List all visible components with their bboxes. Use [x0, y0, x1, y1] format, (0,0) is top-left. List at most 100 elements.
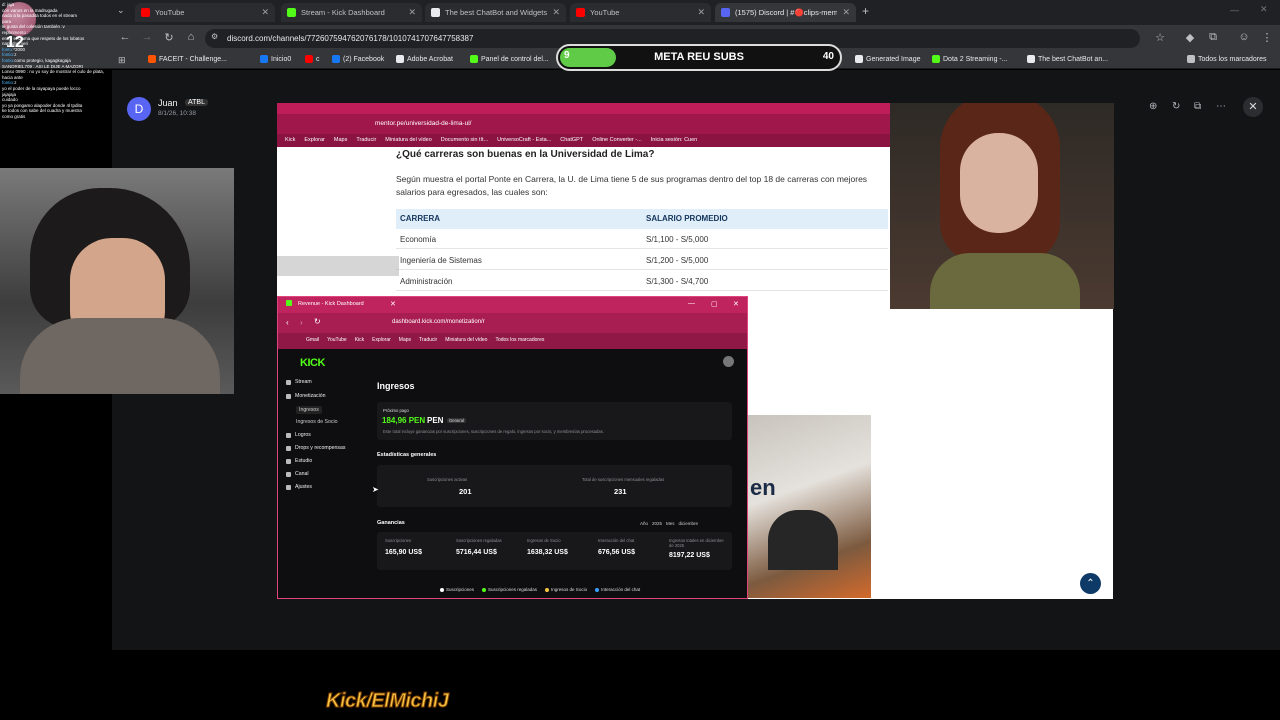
legend-dot-icon: [545, 587, 550, 592]
discord-user-badge: ATBL: [185, 99, 208, 106]
kick-nav-item[interactable]: Logros: [286, 432, 311, 438]
browser-tab[interactable]: YouTube ✕: [570, 3, 711, 22]
article-url[interactable]: mentor.pe/universidad-de-lima-ul/: [375, 120, 471, 127]
rotate-icon[interactable]: ↻: [1172, 101, 1180, 112]
article-bookmark[interactable]: ChatGPT: [560, 137, 583, 143]
bookmark-favicon-icon: [1027, 55, 1035, 63]
close-window-icon[interactable]: ✕: [1260, 4, 1268, 15]
article-bookmark[interactable]: Documento sin tít...: [441, 137, 488, 143]
earning-label: Suscripciones regaladas: [456, 538, 502, 543]
extensions-icon[interactable]: ⧉: [1206, 31, 1220, 44]
kick-bookmark[interactable]: YouTube: [327, 337, 347, 343]
kick-nav-item[interactable]: Ingresos de Socio: [296, 419, 338, 425]
kick-minimize-icon[interactable]: —: [688, 300, 695, 307]
tab-close-icon[interactable]: ✕: [842, 7, 850, 18]
kick-bookmark[interactable]: Todos los marcadores: [495, 337, 544, 343]
reload-icon[interactable]: ↻: [162, 31, 176, 44]
kick-bookmark[interactable]: Maps: [399, 337, 411, 343]
article-bookmark[interactable]: Inicia sesión: Cuen: [651, 137, 697, 143]
scroll-to-top-button[interactable]: ⌃: [1080, 573, 1101, 594]
tab-close-icon[interactable]: ✕: [408, 7, 416, 18]
article-bookmark[interactable]: Traducir: [356, 137, 376, 143]
year-filter-select[interactable]: 2025: [652, 521, 662, 526]
browser-tab[interactable]: Stream - Kick Dashboard ✕: [281, 3, 422, 22]
more-icon[interactable]: ⋯: [1216, 101, 1226, 112]
kick-bookmark[interactable]: Explorar: [372, 337, 391, 343]
article-browser-toolbar: mentor.pe/universidad-de-lima-ul/: [277, 114, 890, 134]
kick-back-icon[interactable]: ‹: [286, 318, 289, 327]
minimize-icon[interactable]: —: [1230, 5, 1239, 15]
kick-tab-close-icon[interactable]: ✕: [390, 300, 396, 308]
bookmark-item[interactable]: FACEIT - Challenge...: [148, 55, 227, 63]
bookmark-item[interactable]: c: [305, 55, 320, 63]
tab-search-icon[interactable]: ⌄: [117, 5, 125, 16]
kick-url[interactable]: dashboard.kick.com/monetization/r: [392, 319, 485, 325]
kick-nav-icon: [286, 432, 291, 438]
kick-nav-item[interactable]: Canal: [286, 471, 309, 477]
bookmark-item[interactable]: Adobe Acrobat: [396, 55, 453, 63]
kick-close-icon[interactable]: ✕: [733, 300, 739, 308]
zoom-icon[interactable]: ⊕: [1149, 101, 1157, 112]
back-icon[interactable]: ←: [118, 31, 132, 43]
kick-bookmark[interactable]: Traducir: [419, 337, 437, 343]
kick-nav-item[interactable]: Ingresos: [296, 406, 322, 414]
kick-maximize-icon[interactable]: ▢: [711, 300, 718, 308]
profile-icon[interactable]: ☺: [1237, 31, 1251, 43]
discord-username[interactable]: Juan: [158, 98, 178, 108]
extension-diamond-icon[interactable]: ◆: [1183, 31, 1197, 44]
bookmark-item[interactable]: Inicio0: [260, 55, 291, 63]
kick-nav-item[interactable]: Stream: [286, 379, 312, 385]
month-filter-select[interactable]: diciembre: [679, 521, 699, 526]
browser-tab[interactable]: The best ChatBot and Widgets ✕: [425, 3, 566, 22]
open-external-icon[interactable]: ⧉: [1194, 101, 1201, 112]
tab-close-icon[interactable]: ✕: [261, 7, 269, 18]
browser-tab[interactable]: YouTube ✕: [135, 3, 275, 22]
month-filter-label: Mes: [666, 521, 675, 526]
forward-icon[interactable]: →: [140, 31, 154, 43]
kick-nav-item[interactable]: Drops y recompensas: [286, 445, 345, 451]
tab-favicon-icon: [141, 8, 150, 17]
discord-avatar[interactable]: D: [127, 97, 151, 121]
bookmark-item[interactable]: (2) Facebook: [332, 55, 384, 63]
close-viewer-icon[interactable]: ✕: [1243, 97, 1263, 117]
menu-icon[interactable]: ⋮: [1260, 31, 1274, 44]
bookmark-item[interactable]: Generated Image: [855, 55, 920, 63]
kick-nav-item[interactable]: Estudio: [286, 458, 312, 464]
article-bookmark[interactable]: UniversoCraft - Esta...: [497, 137, 551, 143]
article-bookmark[interactable]: Maps: [334, 137, 347, 143]
chat-text: d: jaja: [2, 2, 15, 7]
kick-window-title[interactable]: Revenue - Kick Dashboard: [298, 301, 364, 307]
kick-reload-icon[interactable]: ↻: [314, 317, 321, 326]
kick-bookmark[interactable]: Kick: [355, 337, 364, 343]
article-bookmark[interactable]: Online Converter -...: [592, 137, 642, 143]
kick-dashboard-window: Revenue - Kick Dashboard ✕ — ▢ ✕ ‹ › ↻ d…: [277, 296, 748, 599]
bookmark-item[interactable]: Dota 2 Streaming -...: [932, 55, 1008, 63]
bookmark-favicon-icon: [470, 55, 478, 63]
tab-close-icon[interactable]: ✕: [697, 7, 705, 18]
legend-label: Suscripciones regaladas: [488, 587, 538, 592]
kick-bookmark[interactable]: Gmail: [306, 337, 319, 343]
kick-user-avatar[interactable]: [723, 356, 734, 367]
article-bookmark[interactable]: Kick: [285, 137, 295, 143]
article-bookmark[interactable]: Miniatura del vídeo: [385, 137, 431, 143]
kick-forward-icon[interactable]: ›: [300, 318, 303, 327]
tab-favicon-icon: [431, 8, 440, 17]
kick-nav-item[interactable]: Monetización: [286, 393, 326, 399]
bookmark-item[interactable]: The best ChatBot an...: [1027, 55, 1108, 63]
chat-text: le gusta del colesión también :v: [2, 24, 65, 30]
bookmark-star-icon[interactable]: ☆: [1153, 31, 1167, 44]
home-icon[interactable]: ⌂: [184, 31, 198, 43]
kick-bookmark[interactable]: Miniatura del vídeo: [445, 337, 487, 343]
kick-logo[interactable]: KICK: [300, 357, 325, 369]
bookmark-item[interactable]: Panel de control del...: [470, 55, 549, 63]
browser-tab[interactable]: (1575) Discord | #🔴clips-mem ✕: [715, 3, 856, 22]
bookmark-item[interactable]: Todos los marcadores: [1187, 55, 1266, 63]
tab-close-icon[interactable]: ✕: [552, 7, 560, 18]
article-bookmark[interactable]: Explorar: [304, 137, 324, 143]
apps-icon[interactable]: ⊞: [118, 55, 126, 66]
new-tab-icon[interactable]: +: [862, 4, 869, 18]
bookmark-favicon-icon: [1187, 55, 1195, 63]
site-info-icon[interactable]: ⚙: [211, 32, 218, 41]
kick-page-title: Ingresos: [377, 381, 415, 391]
kick-nav-item[interactable]: Ajustes: [286, 484, 312, 490]
